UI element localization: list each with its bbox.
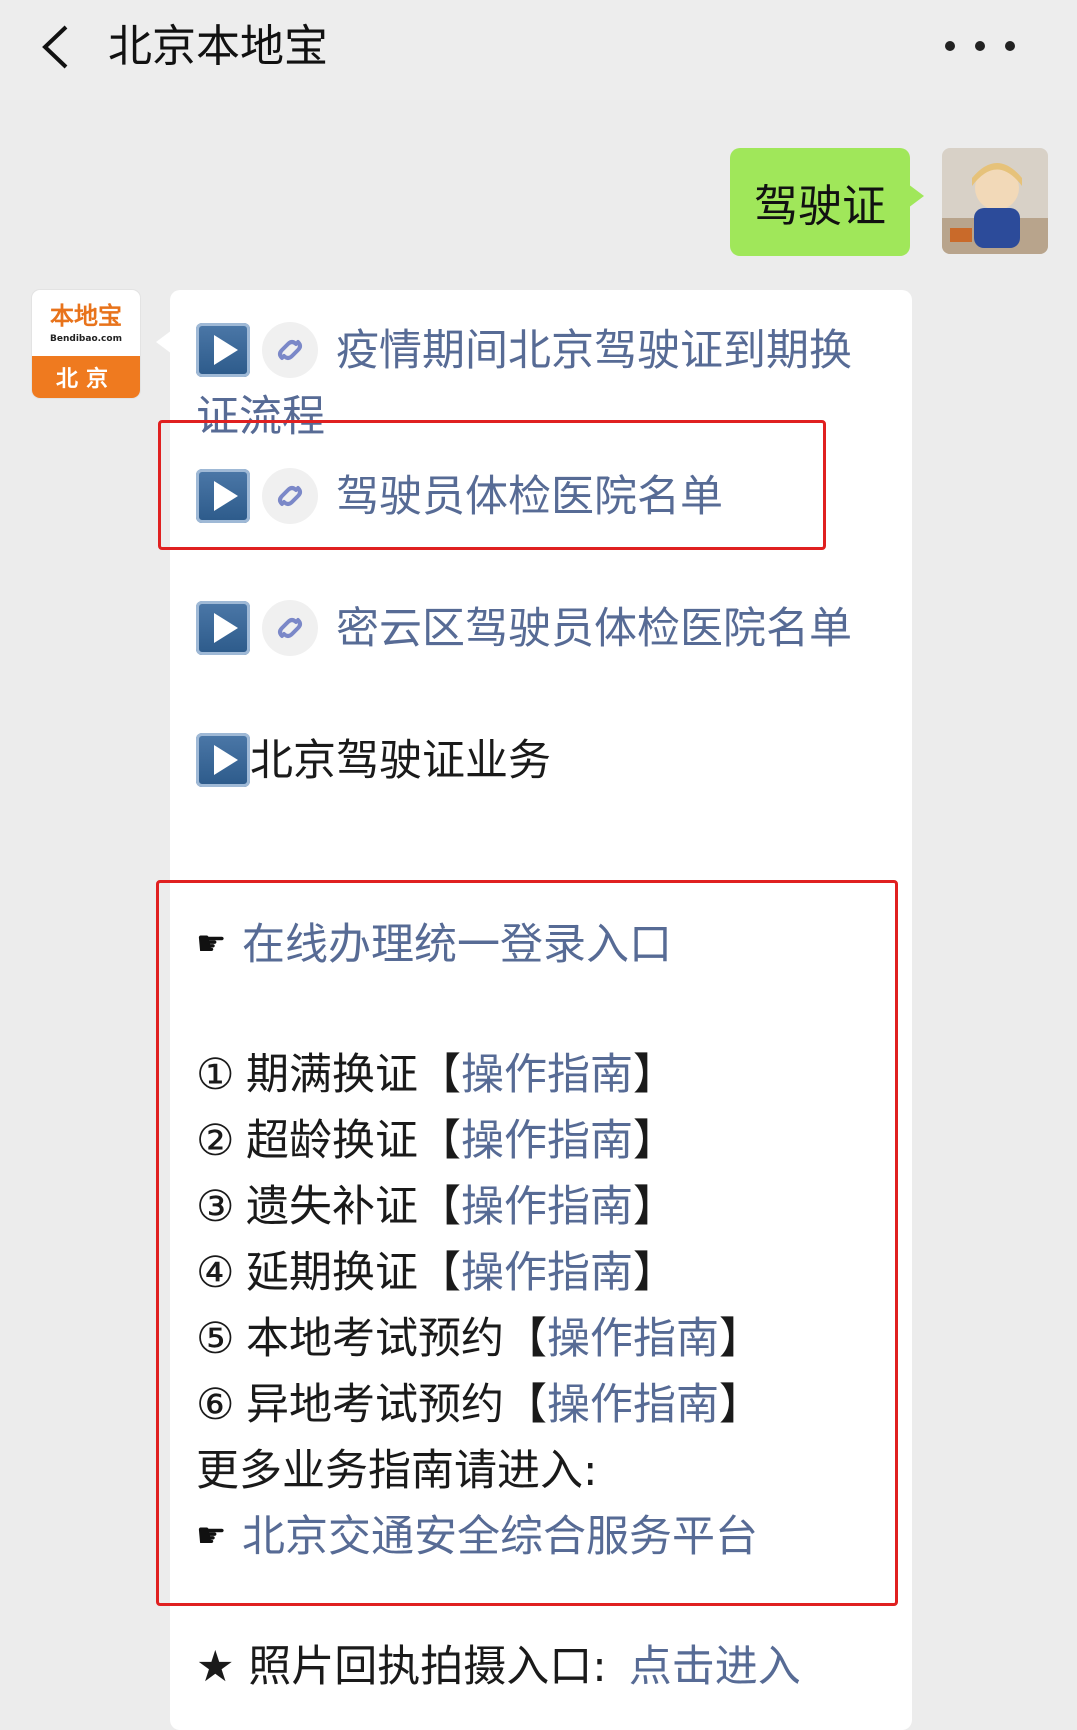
guide-link[interactable]: 操作指南	[461, 1248, 633, 1298]
item-label: 异地考试预约	[246, 1380, 504, 1430]
pointing-hand-icon: ☛	[196, 1515, 227, 1556]
item-label: 期满换证	[246, 1050, 418, 1100]
bot-message-bubble: 疫情期间北京驾驶证到期换 证流程 驾驶员体检医院名单 密云区驾驶员体检医院名单 …	[156, 290, 912, 1730]
mini-program-icon	[262, 321, 318, 378]
play-icon	[196, 468, 250, 523]
item-label: 超龄换证	[246, 1116, 418, 1166]
photo-receipt-label: ★ 照片回执拍摄入口:	[196, 1642, 607, 1692]
guide-link[interactable]: 操作指南	[461, 1116, 633, 1166]
back-button[interactable]	[30, 22, 80, 72]
bracket-close: 】	[633, 1050, 676, 1100]
list-item: ⑤ 本地考试预约【操作指南】	[196, 1306, 762, 1372]
play-icon	[196, 600, 250, 655]
pointing-hand-icon: ☛	[196, 923, 227, 964]
link-epidemic-renewal[interactable]: 疫情期间北京驾驶证到期换	[336, 326, 852, 376]
mini-program-icon	[262, 467, 318, 524]
logo-site-text: Bendibao.com	[50, 334, 122, 344]
platform-row[interactable]: ☛ 北京交通安全综合服务平台	[196, 1504, 758, 1573]
more-options-button[interactable]	[945, 26, 1015, 66]
bracket-open: 【	[418, 1050, 461, 1100]
user-avatar-image	[942, 148, 1048, 254]
item-label: 本地考试预约	[246, 1314, 504, 1364]
section-title: 北京驾驶证业务	[250, 736, 551, 786]
more-guides-text: 更多业务指南请进入:	[196, 1446, 598, 1496]
play-icon	[196, 322, 250, 377]
list-item: ④ 延期换证【操作指南】	[196, 1240, 676, 1306]
logo-city: 北京	[32, 356, 140, 398]
play-icon	[196, 732, 250, 787]
user-avatar[interactable]	[942, 148, 1048, 254]
link-online-login[interactable]: 在线办理统一登录入口	[242, 920, 672, 970]
item-number: ②	[196, 1116, 235, 1166]
guide-link[interactable]: 操作指南	[461, 1182, 633, 1232]
bracket-open: 【	[418, 1248, 461, 1298]
user-message-bubble: 驾驶证	[730, 148, 924, 256]
logo-brand-text: 本地宝	[50, 301, 122, 330]
guide-link[interactable]: 操作指南	[547, 1380, 719, 1430]
more-dot-icon	[975, 41, 985, 51]
bracket-close: 】	[633, 1248, 676, 1298]
link-traffic-platform[interactable]: 北京交通安全综合服务平台	[242, 1512, 758, 1562]
bot-avatar[interactable]: 本地宝 Bendibao.com 北京	[32, 290, 140, 398]
item-label: 遗失补证	[246, 1182, 418, 1232]
link-miyun-hospital-list[interactable]: 密云区驾驶员体检医院名单	[336, 604, 852, 654]
bracket-open: 【	[504, 1314, 547, 1364]
guide-link[interactable]: 操作指南	[461, 1050, 633, 1100]
bracket-close: 】	[719, 1380, 762, 1430]
user-message-text: 驾驶证	[754, 181, 886, 232]
list-item: ③ 遗失补证【操作指南】	[196, 1174, 676, 1240]
link-row-miyun-list[interactable]: 密云区驾驶员体检医院名单	[196, 596, 852, 662]
more-dot-icon	[945, 41, 955, 51]
section-title-row: 北京驾驶证业务	[196, 728, 551, 794]
list-item: ⑥ 异地考试预约【操作指南】	[196, 1372, 762, 1438]
bracket-close: 】	[633, 1182, 676, 1232]
more-dot-icon	[1005, 41, 1015, 51]
bracket-close: 】	[719, 1314, 762, 1364]
bracket-open: 【	[504, 1380, 547, 1430]
top-bar: 北京本地宝	[0, 0, 1077, 100]
item-label: 延期换证	[246, 1248, 418, 1298]
item-number: ③	[196, 1182, 235, 1232]
bracket-open: 【	[418, 1182, 461, 1232]
item-number: ⑤	[196, 1314, 235, 1364]
item-number: ①	[196, 1050, 235, 1100]
item-number: ④	[196, 1248, 235, 1298]
photo-receipt-row: ★ 照片回执拍摄入口: 点击进入	[196, 1634, 801, 1700]
link-medical-hospital-list[interactable]: 驾驶员体检医院名单	[336, 472, 723, 522]
list-item: ① 期满换证【操作指南】	[196, 1042, 676, 1108]
item-number: ⑥	[196, 1380, 235, 1430]
guide-link[interactable]: 操作指南	[547, 1314, 719, 1364]
bracket-open: 【	[418, 1116, 461, 1166]
bracket-close: 】	[633, 1116, 676, 1166]
list-item: ② 超龄换证【操作指南】	[196, 1108, 676, 1174]
link-photo-enter[interactable]: 点击进入	[629, 1642, 801, 1692]
page-title: 北京本地宝	[108, 21, 328, 72]
bendibao-logo: 本地宝 Bendibao.com	[32, 290, 140, 356]
mini-program-icon	[262, 599, 318, 656]
online-login-row[interactable]: ☛ 在线办理统一登录入口	[196, 912, 672, 981]
link-row-medical-list[interactable]: 驾驶员体检医院名单	[196, 464, 723, 530]
chevron-left-icon	[42, 25, 68, 69]
